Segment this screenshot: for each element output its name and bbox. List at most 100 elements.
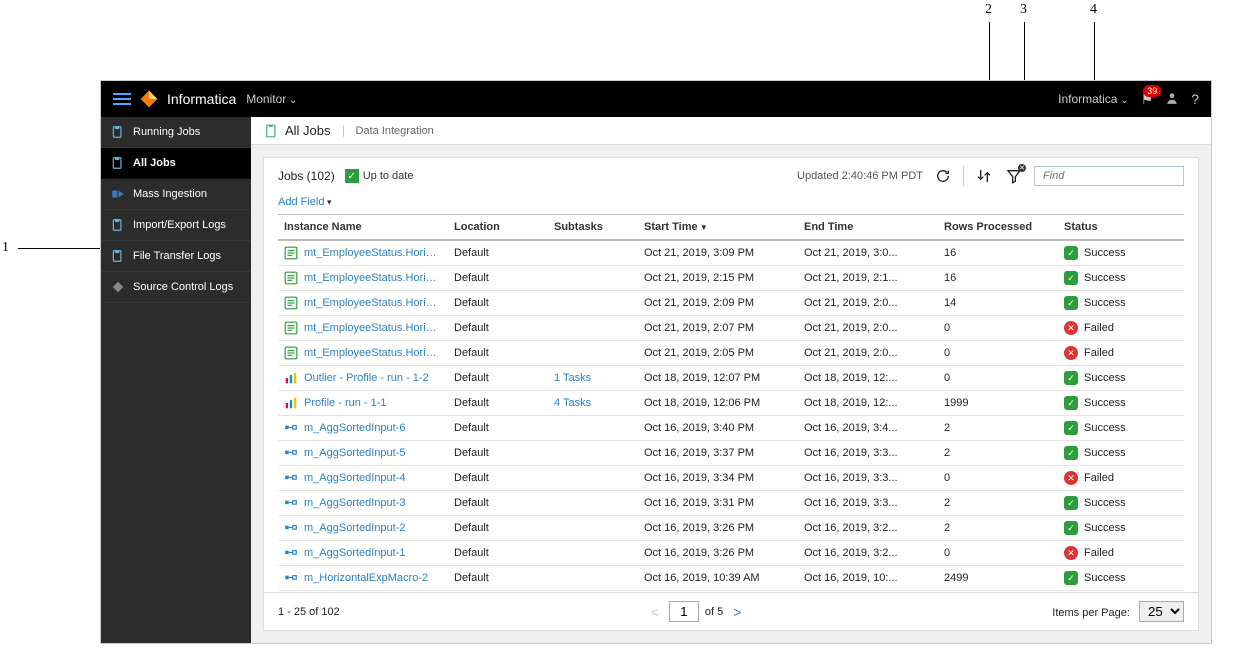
col-status[interactable]: Status [1058, 215, 1184, 241]
status-cell: ✓Success [1064, 521, 1178, 535]
toolbar: Jobs (102) ✓ Up to date Updated 2:40:46 … [264, 158, 1198, 194]
instance-link[interactable]: m_HorizontalExpMacro-2 [304, 572, 428, 584]
items-per-page-select[interactable]: 25 [1139, 601, 1184, 622]
refresh-icon[interactable] [933, 166, 953, 186]
col-location[interactable]: Location [448, 215, 548, 241]
location-cell: Default [448, 266, 548, 291]
instance-link[interactable]: Outlier - Profile - run - 1-2 [304, 372, 429, 384]
items-per-page: Items per Page: 25 [1052, 601, 1184, 622]
callout-4: 4 [1090, 2, 1097, 18]
subtasks-link[interactable]: 1 Tasks [554, 372, 591, 384]
success-icon: ✓ [1064, 421, 1078, 435]
col-end-time[interactable]: End Time [798, 215, 938, 241]
status-cell: ✓Success [1064, 496, 1178, 510]
rows-processed-cell: 0 [938, 366, 1058, 391]
status-cell: ✓Success [1064, 446, 1178, 460]
notifications-button[interactable]: ⚑ 39 [1141, 91, 1154, 108]
table-row[interactable]: Profile - run - 1-1Default4 TasksOct 18,… [278, 391, 1184, 416]
table-row[interactable]: mt_EmployeeStatus.HorizMa... Default Oct 2… [278, 266, 1184, 291]
end-time-cell: Oct 21, 2019, 3:0... [798, 240, 938, 266]
start-time-cell: Oct 16, 2019, 3:40 PM [638, 416, 798, 441]
col-subtasks[interactable]: Subtasks [548, 215, 638, 241]
table-row[interactable]: m_AggSortedInput-6DefaultOct 16, 2019, 3… [278, 416, 1184, 441]
status-cell: ✕Failed [1064, 346, 1178, 360]
end-time-cell: Oct 16, 2019, 3:3... [798, 466, 938, 491]
location-cell: Default [448, 366, 548, 391]
page-title: All Jobs [265, 123, 331, 138]
end-time-cell: Oct 16, 2019, 3:4... [798, 416, 938, 441]
subtasks-link[interactable]: 4 Tasks [554, 397, 591, 409]
rows-processed-cell: 2499 [938, 566, 1058, 591]
sidebar-item-source-control-logs[interactable]: Source Control Logs [101, 272, 251, 303]
location-cell: Default [448, 541, 548, 566]
pager: < of 5 > [647, 601, 746, 622]
table-row[interactable]: m_AggSortedInput-1DefaultOct 16, 2019, 3… [278, 541, 1184, 566]
end-time-cell: Oct 21, 2019, 2:0... [798, 291, 938, 316]
sidebar-item-file-transfer-logs[interactable]: File Transfer Logs [101, 241, 251, 272]
location-cell: Default [448, 341, 548, 366]
instance-link[interactable]: Profile - run - 1-1 [304, 397, 387, 409]
start-time-cell: Oct 21, 2019, 2:05 PM [638, 341, 798, 366]
prev-page-button[interactable]: < [647, 604, 663, 620]
sort-icon[interactable] [974, 166, 994, 186]
next-page-button[interactable]: > [729, 604, 745, 620]
col-start-time[interactable]: Start Time [638, 215, 798, 241]
table-row[interactable]: m_AggSortedInput-3DefaultOct 16, 2019, 3… [278, 491, 1184, 516]
sidebar-item-import-export-logs[interactable]: Import/Export Logs [101, 210, 251, 241]
user-icon[interactable] [1165, 91, 1179, 108]
sidebar-item-mass-ingestion[interactable]: Mass Ingestion [101, 179, 251, 210]
instance-link[interactable]: m_AggSortedInput-4 [304, 472, 406, 484]
check-icon: ✓ [345, 169, 359, 183]
end-time-cell: Oct 21, 2019, 2:0... [798, 341, 938, 366]
instance-link[interactable]: m_AggSortedInput-6 [304, 422, 406, 434]
table-row[interactable]: Outlier - Profile - run - 1-2 Default 1 Ta… [278, 366, 1184, 391]
status-cell: ✕Failed [1064, 321, 1178, 335]
find-input[interactable] [1034, 166, 1184, 186]
table-row[interactable]: mt_EmployeeStatus.HorizMa...DefaultOct 2… [278, 316, 1184, 341]
instance-link[interactable]: mt_EmployeeStatus.HorizMa... [304, 272, 442, 284]
instance-link[interactable]: m_AggSortedInput-3 [304, 497, 406, 509]
failed-icon: ✕ [1064, 321, 1078, 335]
location-cell: Default [448, 441, 548, 466]
job-type-icon [284, 446, 298, 460]
job-type-icon [284, 421, 298, 435]
instance-link[interactable]: mt_EmployeeStatus.HorizMa... [304, 247, 442, 259]
end-time-cell: Oct 21, 2019, 2:1... [798, 266, 938, 291]
table-footer: 1 - 25 of 102 < of 5 > Items per Page: 2… [264, 592, 1198, 630]
table-row[interactable]: mt_EmployeeStatus.HorizMa... Default Oct 2… [278, 341, 1184, 366]
instance-link[interactable]: mt_EmployeeStatus.HorizMa... [304, 322, 442, 334]
module-selector[interactable]: Monitor [246, 92, 297, 106]
menu-icon[interactable] [113, 93, 131, 105]
start-time-cell: Oct 18, 2019, 12:07 PM [638, 366, 798, 391]
add-field-button[interactable]: Add Field [278, 196, 332, 208]
row-range: 1 - 25 of 102 [278, 606, 340, 618]
sidebar-item-label: All Jobs [133, 157, 176, 169]
instance-link[interactable]: mt_EmployeeStatus.HorizMa... [304, 347, 442, 359]
help-icon[interactable]: ? [1191, 91, 1199, 107]
sidebar-item-running-jobs[interactable]: Running Jobs [101, 117, 251, 148]
end-time-cell: Oct 16, 2019, 3:3... [798, 491, 938, 516]
org-selector[interactable]: Informatica [1058, 92, 1129, 106]
instance-link[interactable]: mt_EmployeeStatus.HorizMa... [304, 297, 442, 309]
table-row[interactable]: m_AggSortedInput-2DefaultOct 16, 2019, 3… [278, 516, 1184, 541]
job-type-icon [284, 321, 298, 335]
sidebar-item-all-jobs[interactable]: All Jobs [101, 148, 251, 179]
table-row[interactable]: m_HorizontalExpMacro-2DefaultOct 16, 201… [278, 566, 1184, 591]
page-input[interactable] [669, 601, 699, 622]
job-type-icon [284, 246, 298, 260]
instance-link[interactable]: m_AggSortedInput-2 [304, 522, 406, 534]
table-row[interactable]: m_AggSortedInput-5DefaultOct 16, 2019, 3… [278, 441, 1184, 466]
instance-link[interactable]: m_AggSortedInput-1 [304, 547, 406, 559]
instance-link[interactable]: m_AggSortedInput-5 [304, 447, 406, 459]
col-rows-processed[interactable]: Rows Processed [938, 215, 1058, 241]
table-row[interactable]: mt_EmployeeStatus.HorizMa...DefaultOct 2… [278, 240, 1184, 266]
table-row[interactable]: mt_EmployeeStatus.HorizMa...DefaultOct 2… [278, 291, 1184, 316]
col-instance-name[interactable]: Instance Name [278, 215, 448, 241]
nav-icon [111, 218, 125, 232]
job-type-icon [284, 396, 298, 410]
table-row[interactable]: m_AggSortedInput-4DefaultOct 16, 2019, 3… [278, 466, 1184, 491]
sidebar-item-label: File Transfer Logs [133, 250, 221, 262]
job-type-icon [284, 496, 298, 510]
page-subtitle: Data Integration [343, 125, 434, 137]
filter-icon[interactable]: ✕ [1004, 166, 1024, 186]
